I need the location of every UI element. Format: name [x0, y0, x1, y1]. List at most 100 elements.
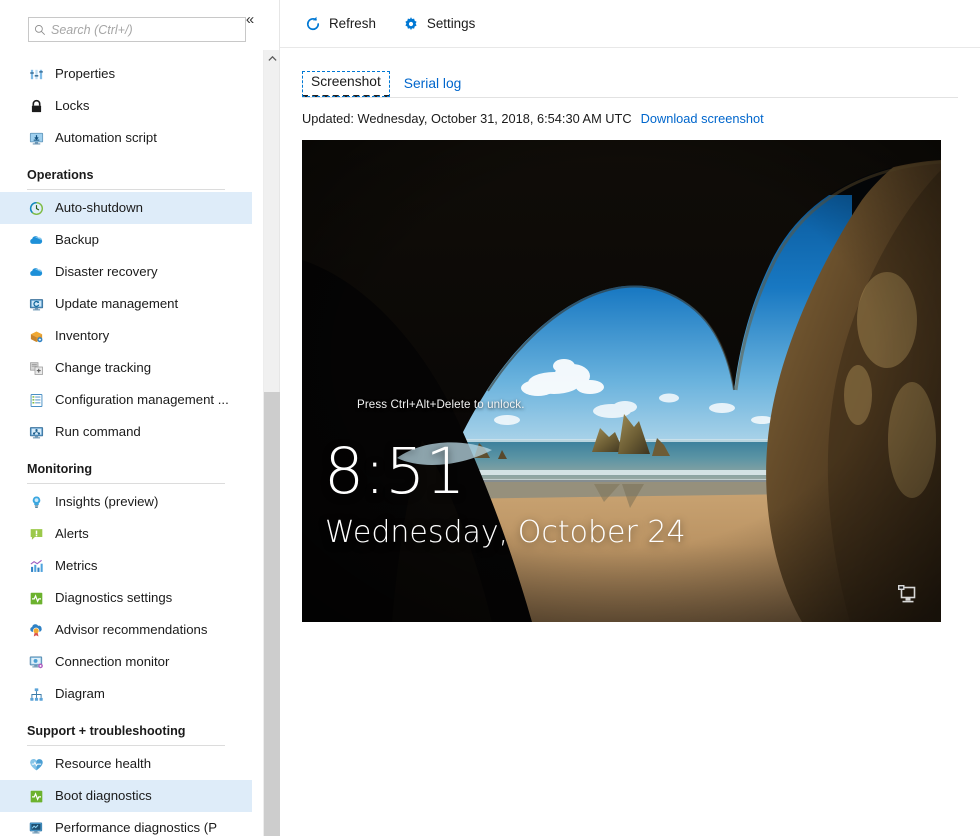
sidebar-item-connection-monitor[interactable]: Connection monitor [0, 646, 252, 678]
sidebar-item-label: Disaster recovery [55, 265, 158, 278]
sidebar-item-label: Performance diagnostics (P [55, 821, 217, 834]
sidebar-group-title: Support + troubleshooting [27, 724, 252, 738]
sidebar-item-locks[interactable]: Locks [0, 90, 252, 122]
sidebar-group-operations: Operations [0, 154, 252, 185]
sidebar-item-label: Backup [55, 233, 99, 246]
sidebar-item-automation-script[interactable]: Automation script [0, 122, 252, 154]
divider [27, 189, 225, 190]
sidebar-item-alerts[interactable]: Alerts [0, 518, 252, 550]
divider [27, 483, 225, 484]
sidebar-item-label: Run command [55, 425, 141, 438]
update-monitor-icon [27, 295, 45, 313]
boot-diagnostics-icon [27, 787, 45, 805]
cloud-backup-icon [27, 231, 45, 249]
vm-screenshot-image[interactable]: Press Ctrl+Alt+Delete to unlock. 8:51 We… [302, 140, 941, 622]
status-row: Updated: Wednesday, October 31, 2018, 6:… [280, 111, 980, 126]
search-input[interactable] [51, 18, 245, 41]
sidebar-item-label: Metrics [55, 559, 98, 572]
resource-menu-sidebar: « Proper [0, 0, 280, 836]
sidebar-item-change-tracking[interactable]: Change tracking [0, 352, 252, 384]
lock-screen-date: Wednesday, October 24 [325, 518, 686, 548]
search-box[interactable] [28, 17, 246, 42]
chevron-double-left-icon: « [246, 12, 254, 27]
clock-icon [27, 199, 45, 217]
alert-icon [27, 525, 45, 543]
gear-icon [402, 15, 420, 33]
sidebar-item-label: Inventory [55, 329, 109, 342]
diagram-icon [27, 685, 45, 703]
refresh-label: Refresh [329, 16, 376, 31]
sidebar-item-advisor-recommendations[interactable]: Advisor recommendations [0, 614, 252, 646]
sidebar-item-resource-health[interactable]: Resource health [0, 748, 252, 780]
tab-underline [302, 97, 958, 98]
sidebar-group-title: Operations [27, 168, 252, 182]
sidebar-item-boot-diagnostics[interactable]: Boot diagnostics [0, 780, 252, 812]
download-screenshot-link[interactable]: Download screenshot [641, 111, 764, 126]
sidebar-scroll-region: Properties Locks [0, 50, 279, 836]
sidebar-item-performance-diagnostics[interactable]: Performance diagnostics (P [0, 812, 252, 836]
sidebar-item-label: Diagram [55, 687, 105, 700]
sidebar-item-label: Configuration management ... [55, 393, 229, 406]
updated-timestamp: Updated: Wednesday, October 31, 2018, 6:… [302, 111, 632, 126]
azure-boot-diagnostics-page: « Proper [0, 0, 980, 836]
sidebar-item-label: Diagnostics settings [55, 591, 172, 604]
sidebar-item-label: Update management [55, 297, 178, 310]
tab-bar: Screenshot Serial log [280, 67, 980, 97]
sidebar-item-properties[interactable]: Properties [0, 58, 252, 90]
sidebar-item-auto-shutdown[interactable]: Auto-shutdown [0, 192, 252, 224]
sidebar-item-label: Insights (preview) [55, 495, 158, 508]
scrollbar-thumb[interactable] [264, 392, 280, 836]
sidebar-item-label: Automation script [55, 131, 157, 144]
tab-label: Serial log [404, 76, 462, 91]
sidebar-item-label: Properties [55, 67, 115, 80]
sidebar-scrollbar[interactable] [263, 50, 279, 836]
refresh-icon [304, 15, 322, 33]
sidebar-item-diagram[interactable]: Diagram [0, 678, 252, 710]
ease-of-access-icon [896, 584, 918, 604]
lock-screen-hint: Press Ctrl+Alt+Delete to unlock. [357, 398, 525, 411]
tab-serial-log[interactable]: Serial log [390, 73, 471, 97]
sidebar-nav-list: Properties Locks [0, 50, 252, 836]
sidebar-item-label: Locks [55, 99, 89, 112]
settings-label: Settings [427, 16, 475, 31]
sidebar-group-support: Support + troubleshooting [0, 710, 252, 741]
command-bar: Refresh Settings [280, 0, 980, 48]
lightbulb-icon [27, 493, 45, 511]
lock-icon [27, 97, 45, 115]
sidebar-item-label: Change tracking [55, 361, 151, 374]
sidebar-item-label: Alerts [55, 527, 89, 540]
sidebar-item-inventory[interactable]: Inventory [0, 320, 252, 352]
performance-diagnostics-icon [27, 819, 45, 836]
refresh-button[interactable]: Refresh [302, 9, 378, 39]
settings-button[interactable]: Settings [400, 9, 477, 39]
sidebar-item-label: Boot diagnostics [55, 789, 152, 802]
sidebar-item-run-command[interactable]: Run command [0, 416, 252, 448]
heart-icon [27, 755, 45, 773]
tab-screenshot[interactable]: Screenshot [302, 71, 390, 97]
boot-diagnostics-content: Refresh Settings Screenshot Serial log [280, 0, 980, 836]
sidebar-group-monitoring: Monitoring [0, 448, 252, 479]
sidebar-item-label: Connection monitor [55, 655, 169, 668]
inventory-box-icon [27, 327, 45, 345]
advisor-icon [27, 621, 45, 639]
sidebar-item-metrics[interactable]: Metrics [0, 550, 252, 582]
cloud-recovery-icon [27, 263, 45, 281]
search-icon [29, 24, 51, 36]
sidebar-item-update-management[interactable]: Update management [0, 288, 252, 320]
sidebar-group-title: Monitoring [27, 462, 252, 476]
sidebar-item-insights[interactable]: Insights (preview) [0, 486, 252, 518]
divider [27, 745, 225, 746]
lock-screen-time: 8:51 [324, 440, 465, 503]
sidebar-item-disaster-recovery[interactable]: Disaster recovery [0, 256, 252, 288]
configuration-list-icon [27, 391, 45, 409]
metrics-chart-icon [27, 557, 45, 575]
collapse-menu-button[interactable]: « [239, 8, 261, 30]
change-tracking-icon [27, 359, 45, 377]
sidebar-item-configuration-management[interactable]: Configuration management ... [0, 384, 252, 416]
sidebar-item-backup[interactable]: Backup [0, 224, 252, 256]
connection-monitor-icon [27, 653, 45, 671]
run-command-icon [27, 423, 45, 441]
properties-icon [27, 65, 45, 83]
scroll-up-arrow-icon[interactable] [264, 50, 280, 67]
sidebar-item-diagnostics-settings[interactable]: Diagnostics settings [0, 582, 252, 614]
